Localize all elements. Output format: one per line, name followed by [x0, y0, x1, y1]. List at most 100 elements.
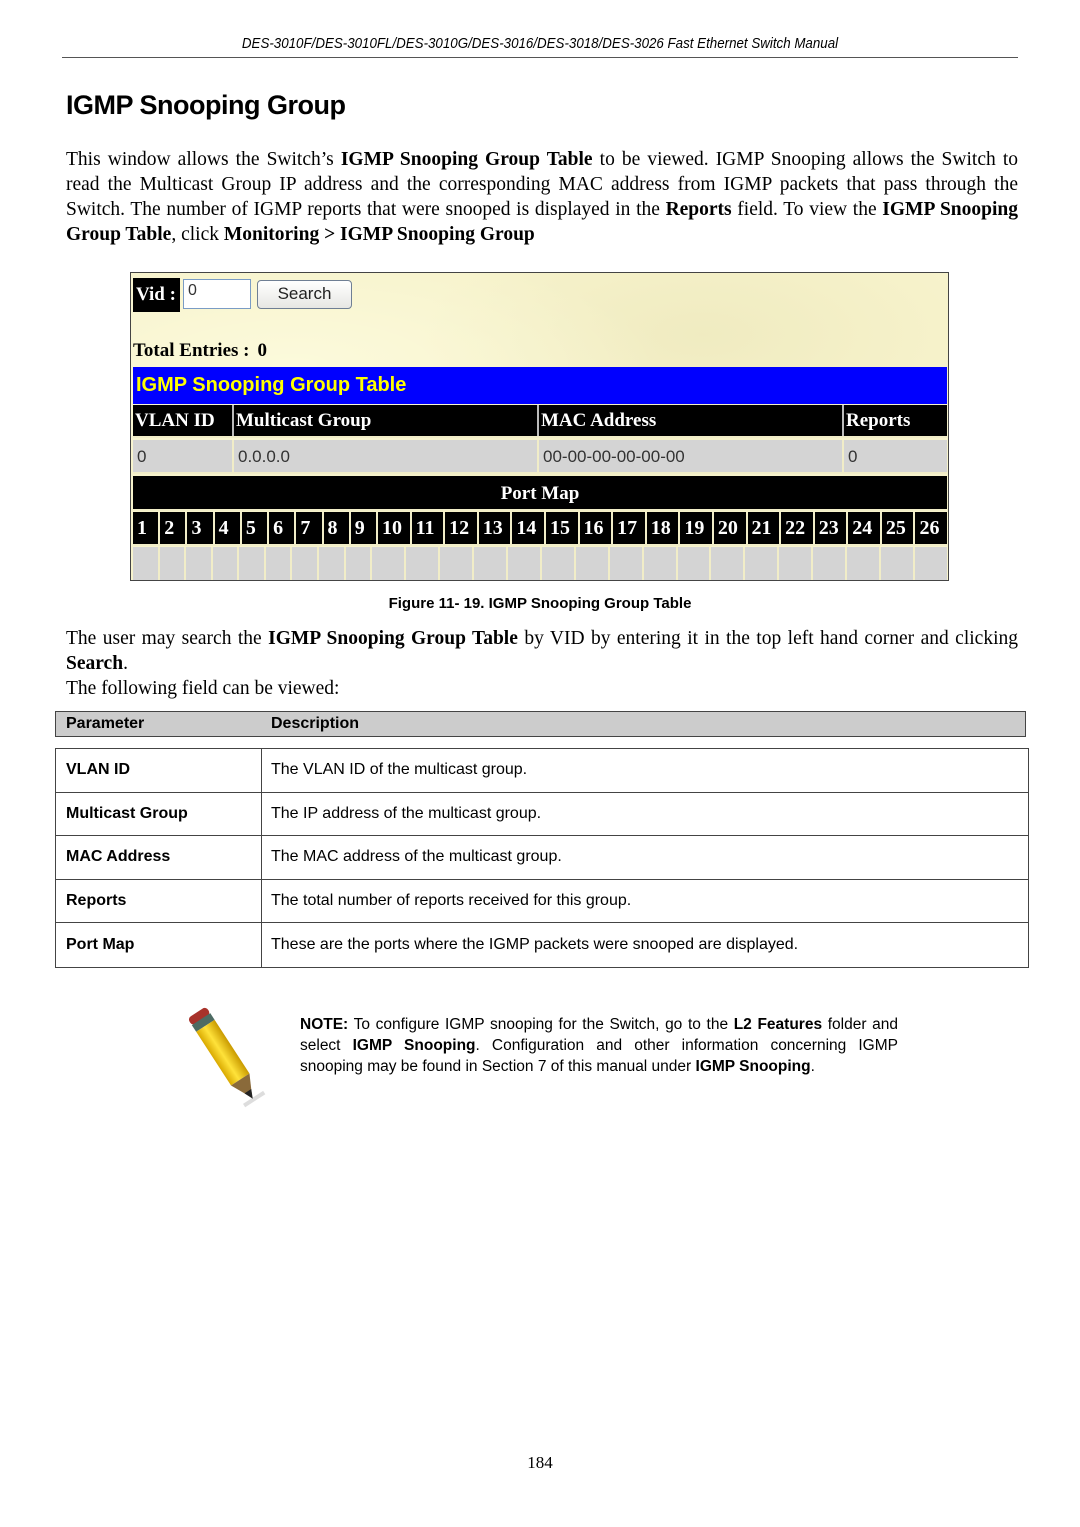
- port-value-cell: [678, 547, 712, 580]
- port-number: 11: [412, 512, 446, 544]
- parameter-table-header: Parameter Description: [55, 711, 1026, 737]
- text: by VID by entering it in the top left ha…: [517, 628, 1018, 649]
- port-number: 14: [512, 512, 546, 544]
- port-number: 10: [378, 512, 412, 544]
- port-number: 24: [848, 512, 882, 544]
- port-number: 6: [269, 512, 297, 544]
- bold-text: Search: [66, 653, 124, 674]
- port-value-cell: [213, 547, 240, 580]
- parameter-description: The VLAN ID of the multicast group.: [271, 761, 528, 779]
- port-number: 1: [133, 512, 161, 544]
- table-row: 0 0.0.0.0 00-00-00-00-00-00 0: [133, 440, 947, 474]
- port-number: 5: [242, 512, 270, 544]
- port-value-cell: [372, 547, 406, 580]
- search-paragraph: The user may search the IGMP Snooping Gr…: [66, 626, 1018, 701]
- port-value-cell: [881, 547, 916, 580]
- header-description: Description: [271, 715, 360, 732]
- port-number: 16: [580, 512, 614, 544]
- running-header: DES-3010F/DES-3010FL/DES-3010G/DES-3016/…: [241, 36, 839, 52]
- port-number: 19: [680, 512, 714, 544]
- parameter-name: Port Map: [56, 923, 262, 967]
- column-header-multicast-group: Multicast Group: [234, 405, 539, 436]
- port-value-cell: [542, 547, 576, 580]
- port-value-cell: [813, 547, 848, 580]
- port-value-cell: [186, 547, 213, 580]
- port-value-cell: [745, 547, 780, 580]
- parameter-name: MAC Address: [56, 836, 262, 879]
- port-number-row: 1 2 3 4 5 6 7 8 9 10 11 12 13 14 15 16 17 18 19 20 21 22 23 24 2…: [133, 512, 947, 546]
- text: The user may search the: [66, 628, 269, 649]
- port-value-row: [133, 547, 947, 580]
- port-value-cell: [292, 547, 319, 580]
- vid-input[interactable]: 0: [183, 279, 251, 309]
- total-entries-label: Total Entries :: [133, 340, 250, 361]
- port-number: 20: [714, 512, 748, 544]
- port-map-header: Port Map: [133, 476, 947, 511]
- cell-mac-address: 00-00-00-00-00-00: [539, 440, 844, 472]
- text: This window allows the Switch’s: [66, 149, 341, 170]
- port-value-cell: [576, 547, 610, 580]
- port-number: 22: [781, 512, 815, 544]
- pencil-icon: [188, 1007, 266, 1108]
- port-value-cell: [711, 547, 746, 580]
- cell-multicast-group: 0.0.0.0: [234, 440, 539, 472]
- note-text: NOTE: To configure IGMP snooping for the…: [300, 1014, 898, 1077]
- port-number: 26: [919, 517, 940, 539]
- column-header-reports: Reports: [846, 410, 911, 431]
- parameter-description: The total number of reports received for…: [271, 891, 632, 909]
- port-number: 4: [215, 512, 242, 544]
- vid-label: Vid :: [133, 278, 180, 312]
- parameter-description: The IP address of the multicast group.: [271, 804, 542, 822]
- table-row: Reports The total number of reports recei…: [56, 879, 1028, 923]
- note-label: NOTE:: [300, 1016, 349, 1033]
- port-value-cell: [266, 547, 293, 580]
- total-entries-value: 0: [257, 340, 267, 361]
- port-value-cell: [440, 547, 474, 580]
- port-number: 12: [445, 512, 479, 544]
- search-button[interactable]: Search: [257, 280, 352, 309]
- cell-vlan-id: 0: [133, 440, 234, 472]
- port-value-cell: [644, 547, 678, 580]
- page-number: 184: [527, 1453, 553, 1472]
- parameter-name: Reports: [56, 879, 262, 922]
- bold-text: IGMP Snooping Group Table: [268, 628, 518, 649]
- table-row: Multicast Group The IP address of the mul…: [56, 792, 1028, 836]
- intro-paragraph: This window allows the Switch’s IGMP Sno…: [66, 147, 1018, 247]
- parameter-description: These are the ports where the IGMP packe…: [271, 935, 799, 953]
- port-number: 23: [815, 512, 849, 544]
- port-number: 25: [882, 512, 916, 544]
- port-value-cell: [779, 547, 814, 580]
- port-number: 3: [187, 512, 215, 544]
- table-header-row: VLAN ID Multicast Group MAC Address Repo…: [133, 405, 947, 438]
- total-entries: Total Entries : 0: [133, 340, 267, 362]
- port-number: 18: [647, 512, 681, 544]
- cell-reports: 0: [848, 447, 858, 466]
- port-number: 17: [613, 512, 647, 544]
- bold-text: IGMP Snooping: [695, 1058, 811, 1075]
- text: field. To view the: [731, 199, 883, 220]
- bold-text: IGMP Snooping: [352, 1037, 476, 1054]
- port-value-cell: [915, 547, 947, 580]
- text: To configure IGMP snooping for the Switc…: [348, 1016, 734, 1033]
- port-value-cell: [346, 547, 373, 580]
- text: .: [123, 653, 128, 674]
- text: .: [810, 1058, 815, 1075]
- port-number: 21: [748, 512, 782, 544]
- igmp-snooping-figure: Vid : 0 Search Total Entries : 0 IGMP Sno…: [130, 272, 949, 581]
- parameter-description: The MAC address of the multicast group.: [271, 848, 562, 866]
- table-row: MAC Address The MAC address of the multic…: [56, 836, 1028, 880]
- port-value-cell: [610, 547, 644, 580]
- port-number: 15: [546, 512, 580, 544]
- bold-text: Reports: [665, 199, 732, 220]
- port-value-cell: [160, 547, 187, 580]
- port-value-cell: [474, 547, 508, 580]
- port-value-cell: [508, 547, 542, 580]
- bold-text: L2 Features: [733, 1016, 823, 1033]
- parameter-table: VLAN ID The VLAN ID of the multicast grou…: [55, 748, 1029, 968]
- text: , click: [171, 224, 224, 245]
- column-header-mac-address: MAC Address: [539, 405, 844, 436]
- port-number: 2: [160, 512, 188, 544]
- table-row: Port Map These are the ports where the IG…: [56, 923, 1028, 967]
- port-number: 8: [324, 512, 351, 544]
- port-value-cell: [239, 547, 266, 580]
